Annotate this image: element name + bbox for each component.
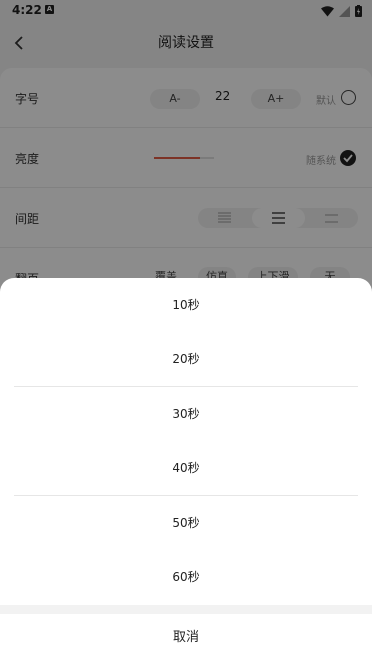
interval-option-10[interactable]: 10秒 <box>0 278 372 332</box>
interval-option-20[interactable]: 20秒 <box>0 332 372 386</box>
interval-option-50[interactable]: 50秒 <box>0 496 372 550</box>
interval-option-40[interactable]: 40秒 <box>0 441 372 495</box>
cancel-button[interactable]: 取消 <box>0 614 372 661</box>
reading-settings-screen: 4:22 A 阅读设置 字号 A- 22 A+ 默认 亮度 随系统 间距 覆盖 … <box>0 0 372 661</box>
interval-bottom-sheet: 10秒 20秒 30秒 40秒 50秒 60秒 取消 <box>0 278 372 661</box>
interval-option-60[interactable]: 60秒 <box>0 550 372 604</box>
sheet-gap <box>0 605 372 614</box>
interval-option-30[interactable]: 30秒 <box>0 387 372 441</box>
